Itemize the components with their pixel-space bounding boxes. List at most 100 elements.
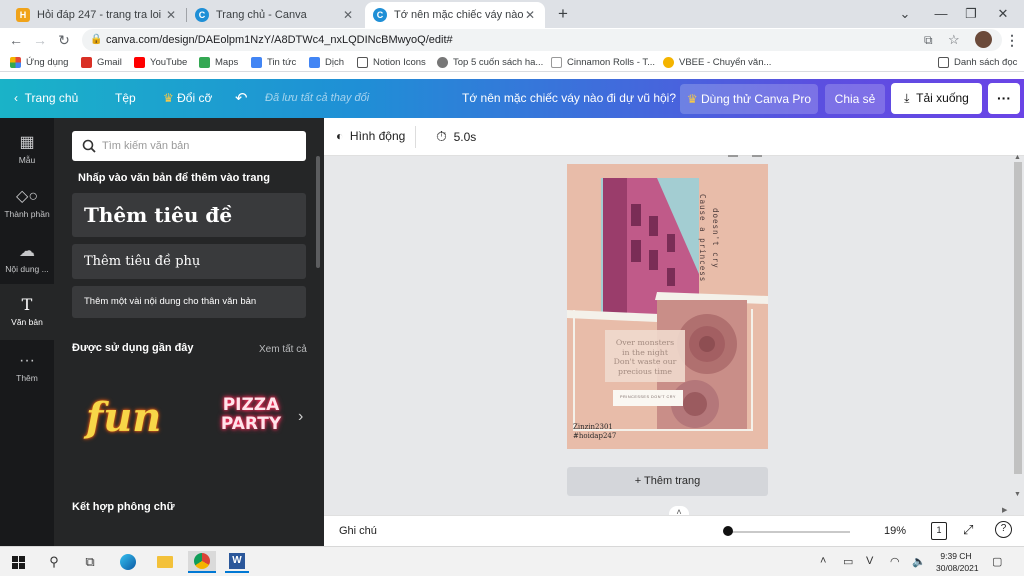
bookmark-label: Maps [215,57,239,68]
page-count-button[interactable]: 1 [931,522,947,540]
notifications-icon[interactable]: ▢ [992,555,1002,568]
text-search-box[interactable] [72,131,306,161]
minimize-button[interactable]: — [930,4,952,24]
system-clock[interactable]: 9:39 CH 30/08/2021 [936,550,979,574]
template-icon: ▦ [19,134,35,151]
maximize-button[interactable]: ❐ [960,4,982,24]
browser-tab-hoidap[interactable]: H Hỏi đáp 247 - trang tra loi ✕ [8,2,186,28]
bookmark-apps[interactable]: Ứng dụng [10,57,68,68]
poster-badge[interactable]: PRINCESSES DON'T CRY [613,395,683,399]
tray-overflow-icon[interactable]: ˄ [820,555,826,567]
browser-tab-canva-home[interactable]: C Trang chủ - Canva ✕ [187,2,363,28]
chrome-taskbar-icon[interactable] [188,551,216,573]
rail-item-templates[interactable]: ▦ Mẫu [0,122,54,178]
bookmark-label: Dịch [325,57,345,68]
zoom-slider-thumb[interactable] [723,526,733,536]
bookmark-notion-icons[interactable]: Notion Icons [357,57,426,68]
new-tab-button[interactable]: + [553,4,573,24]
scroll-right-icon[interactable]: ▶ [1002,506,1007,514]
task-view-icon[interactable]: ⧉ [78,551,102,573]
bookmark-translate[interactable]: Dịch [309,57,344,68]
recent-font-pizza-party[interactable]: PIZZA PARTY [206,396,296,446]
reload-icon[interactable]: ↻ [54,30,74,50]
add-subheading-button[interactable]: Thêm tiêu đề phụ [72,244,306,279]
bookmark-top5-books[interactable]: Top 5 cuốn sách ha... [437,57,543,68]
design-title[interactable]: Tớ nên mặc chiếc váy nào đi dự vũ hội? [462,79,676,118]
animate-button[interactable]: ◐ Hình động [336,129,405,143]
rail-item-elements[interactable]: ◇○ Thành phần [0,176,54,232]
resize-button[interactable]: ♛ Đổi cỡ [163,79,212,118]
bookmark-cinnamon-rolls[interactable]: Cinnamon Rolls - T... [551,57,655,68]
recent-font-fun[interactable]: fun [78,390,180,450]
bookmark-maps[interactable]: Maps [199,57,238,68]
forward-icon[interactable]: → [30,30,50,50]
rail-item-uploads[interactable]: ☁ Nội dung ... [0,231,54,287]
workspace-scrollbar[interactable] [1014,162,1022,474]
browser-menu-icon[interactable]: ⋮ [1002,30,1022,50]
close-tab-icon[interactable]: ✕ [164,8,178,22]
share-page-icon[interactable]: ⧉ [924,33,933,48]
reading-list[interactable]: Danh sách đọc [938,57,1017,68]
vietnamese-ime-icon[interactable]: V [866,555,873,567]
browser-tab-canva-design[interactable]: C Tớ nên mặc chiếc váy nào đi dự vũ ✕ [365,2,545,28]
try-canva-pro-button[interactable]: ♛ Dùng thử Canva Pro [680,84,818,114]
address-bar[interactable]: 🔒 canva.com/design/DAEolpm1NzY/A8DTWc4_n… [82,29,1002,51]
search-icon[interactable]: ⚲ [42,551,66,573]
duration-button[interactable]: ⏱ 5.0s [436,128,476,145]
search-input[interactable] [102,138,297,154]
page-control-icon[interactable] [728,155,738,157]
undo-icon[interactable]: ↶ [235,79,248,118]
add-page-button[interactable]: + Thêm trang [567,467,768,496]
bookmark-gmail[interactable]: Gmail [81,57,122,68]
zoom-slider-track[interactable] [728,531,850,533]
tab-search-icon[interactable]: ⌄ [894,4,916,24]
help-icon[interactable]: ? [995,521,1012,538]
close-tab-icon[interactable]: ✕ [523,8,537,22]
profile-avatar[interactable] [975,31,992,48]
bookmark-vbee[interactable]: VBEE - Chuyển văn... [663,57,771,68]
lock-icon[interactable]: 🔒 [90,34,102,45]
zoom-level[interactable]: 19% [884,525,906,537]
poster-vertical-text-2[interactable]: doesn't cry [708,208,720,278]
chevron-right-icon[interactable]: › [298,408,303,426]
poster-vertical-text-1[interactable]: Cause a princess [695,194,707,282]
translate-icon [309,57,320,68]
see-all-link[interactable]: Xem tất cả [259,344,307,355]
notes-button[interactable]: Ghi chú [339,525,377,537]
share-button[interactable]: Chia sẻ [825,84,885,114]
close-window-button[interactable]: ✕ [992,4,1014,24]
rail-item-more[interactable]: ··· Thêm [0,340,54,396]
tab-title: Trang chủ - Canva [216,9,307,21]
page-control-icon[interactable] [752,155,762,157]
scroll-up-icon[interactable]: ▲ [1014,154,1021,161]
panel-scrollbar[interactable] [316,156,320,268]
close-tab-icon[interactable]: ✕ [341,8,355,22]
add-body-text-button[interactable]: Thêm một vài nội dung cho thân văn bản [72,286,306,318]
poster-credit[interactable]: Zinzin2301 #hoidap247 [573,423,616,441]
bookmark-star-icon[interactable]: ☆ [948,32,960,48]
word-icon[interactable]: W [225,551,249,573]
wifi-icon[interactable]: ◠ [890,555,900,568]
windows-start-icon[interactable] [6,551,30,573]
back-icon[interactable]: ← [6,30,26,50]
design-page[interactable]: Cause a princess doesn't cry Over monste… [567,164,768,449]
canva-favicon-icon: C [195,8,209,22]
bookmark-youtube[interactable]: YouTube [134,57,187,68]
poster-quote[interactable]: Over monsters in the night Don't waste o… [605,338,685,376]
scroll-down-icon[interactable]: ▼ [1014,491,1021,498]
more-options-button[interactable]: ··· [988,83,1020,114]
battery-icon[interactable]: ▭ [843,555,853,568]
file-explorer-icon[interactable] [153,551,177,573]
volume-icon[interactable]: 🔈 [912,555,926,568]
rail-item-text[interactable]: T Văn bản [0,284,54,340]
fullscreen-icon[interactable]: ⤢ [963,522,973,538]
home-button[interactable]: ‹ Trang chủ [14,79,78,118]
clock-time: 9:39 CH [940,551,972,561]
file-menu-button[interactable]: Tệp [115,79,136,118]
bookmark-news[interactable]: Tin tức [251,57,296,68]
url-text[interactable]: canva.com/design/DAEolpm1NzY/A8DTWc4_nxL… [106,34,453,46]
add-heading-button[interactable]: Thêm tiêu đề [72,193,306,237]
apps-grid-icon [10,57,21,68]
download-button[interactable]: ⤓ Tải xuống [891,83,982,114]
edge-icon[interactable] [116,551,140,573]
